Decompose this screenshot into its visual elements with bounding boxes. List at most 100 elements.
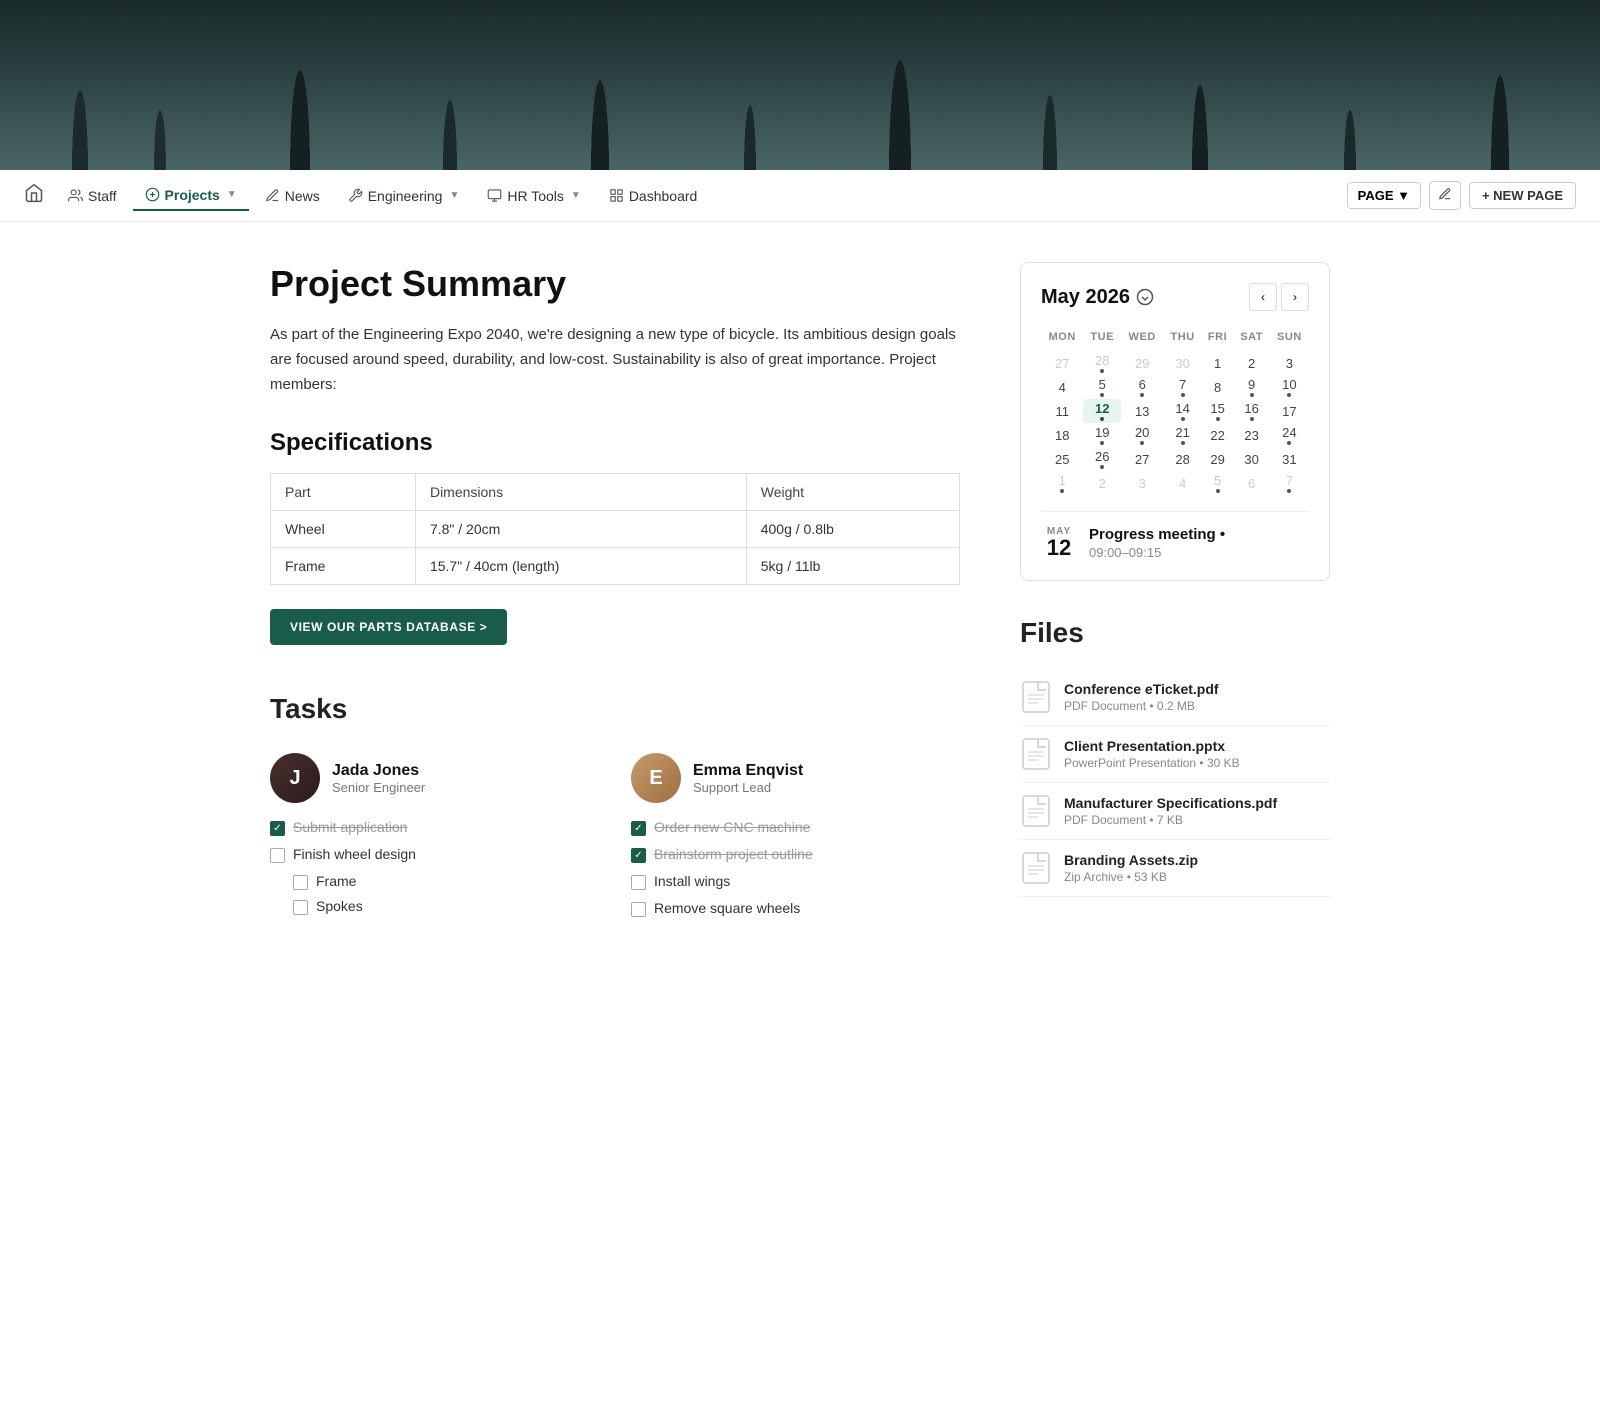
tasks-heading: Tasks [270, 693, 960, 725]
new-page-button[interactable]: + NEW PAGE [1469, 182, 1576, 209]
calendar-day[interactable]: 22 [1202, 423, 1234, 447]
unchecked-checkbox[interactable] [270, 848, 285, 863]
list-item[interactable]: ✓Order new CNC machine [631, 819, 960, 836]
nav-item-hr-tools[interactable]: HR Tools ▼ [475, 182, 592, 210]
checked-checkbox[interactable]: ✓ [270, 821, 285, 836]
list-item[interactable]: Branding Assets.zipZip Archive • 53 KB [1020, 840, 1330, 897]
file-name: Manufacturer Specifications.pdf [1064, 795, 1277, 811]
edit-button[interactable] [1429, 181, 1461, 210]
calendar-day[interactable]: 27 [1041, 351, 1083, 375]
avatar: J [270, 753, 320, 803]
list-item[interactable]: Frame [293, 873, 599, 890]
nav-home-icon[interactable] [24, 183, 44, 208]
list-item[interactable]: Finish wheel design [270, 846, 599, 863]
list-item[interactable]: Remove square wheels [631, 900, 960, 917]
calendar-prev-button[interactable]: ‹ [1249, 283, 1277, 311]
calendar-day[interactable]: 8 [1202, 375, 1234, 399]
calendar-day[interactable]: 7 [1270, 471, 1309, 495]
intro-text: As part of the Engineering Expo 2040, we… [270, 323, 960, 397]
calendar-day[interactable]: 11 [1041, 399, 1083, 423]
calendar-day[interactable]: 30 [1163, 351, 1201, 375]
calendar-day[interactable]: 31 [1270, 447, 1309, 471]
calendar-day[interactable]: 16 [1233, 399, 1269, 423]
avatar: E [631, 753, 681, 803]
calendar-day[interactable]: 28 [1163, 447, 1201, 471]
calendar-day[interactable]: 17 [1270, 399, 1309, 423]
task-label: Finish wheel design [293, 846, 416, 862]
calendar-day[interactable]: 2 [1233, 351, 1269, 375]
calendar-day[interactable]: 23 [1233, 423, 1269, 447]
file-icon [1020, 736, 1052, 772]
calendar-day[interactable]: 10 [1270, 375, 1309, 399]
file-meta: PowerPoint Presentation • 30 KB [1064, 756, 1240, 770]
calendar-grid: MONTUEWEDTHUFRISATSUN2728293012345678910… [1041, 327, 1309, 495]
nav-item-dashboard[interactable]: Dashboard [597, 182, 710, 210]
calendar-day[interactable]: 6 [1121, 375, 1163, 399]
parts-database-button[interactable]: VIEW OUR PARTS DATABASE > [270, 609, 507, 645]
calendar-day[interactable]: 19 [1083, 423, 1120, 447]
calendar-day[interactable]: 3 [1270, 351, 1309, 375]
calendar-day[interactable]: 25 [1041, 447, 1083, 471]
calendar-day[interactable]: 2 [1083, 471, 1120, 495]
task-label: Install wings [654, 873, 730, 889]
col-part: Part [271, 474, 416, 511]
calendar-day[interactable]: 27 [1121, 447, 1163, 471]
calendar-day[interactable]: 20 [1121, 423, 1163, 447]
page-button[interactable]: PAGE ▼ [1347, 182, 1421, 209]
hero-banner [0, 0, 1600, 170]
files-heading: Files [1020, 617, 1330, 649]
calendar-next-button[interactable]: › [1281, 283, 1309, 311]
unchecked-checkbox[interactable] [631, 902, 646, 917]
calendar-day[interactable]: 26 [1083, 447, 1120, 471]
calendar-day[interactable]: 5 [1083, 375, 1120, 399]
checked-checkbox[interactable]: ✓ [631, 821, 646, 836]
calendar-day[interactable]: 24 [1270, 423, 1309, 447]
calendar-month-button[interactable]: May 2026 [1041, 286, 1154, 309]
list-item[interactable]: ✓Submit application [270, 819, 599, 836]
event-title: Progress meeting • [1089, 526, 1225, 543]
person-name: Jada Jones [332, 762, 425, 780]
list-item[interactable]: Install wings [631, 873, 960, 890]
unchecked-checkbox[interactable] [293, 900, 308, 915]
nav-item-engineering[interactable]: Engineering ▼ [336, 182, 472, 210]
calendar-day[interactable]: 4 [1041, 375, 1083, 399]
calendar-day[interactable]: 4 [1163, 471, 1201, 495]
calendar-day[interactable]: 30 [1233, 447, 1269, 471]
nav-item-news[interactable]: News [253, 182, 332, 210]
calendar-day[interactable]: 5 [1202, 471, 1234, 495]
unchecked-checkbox[interactable] [293, 875, 308, 890]
calendar-day[interactable]: 1 [1041, 471, 1083, 495]
event-time: 09:00–09:15 [1089, 545, 1225, 560]
person-role: Senior Engineer [332, 780, 425, 795]
calendar-day[interactable]: 29 [1121, 351, 1163, 375]
calendar-day[interactable]: 1 [1202, 351, 1234, 375]
calendar-day[interactable]: 6 [1233, 471, 1269, 495]
calendar-day[interactable]: 12 [1083, 399, 1120, 423]
nav-item-staff[interactable]: Staff [56, 182, 129, 210]
unchecked-checkbox[interactable] [631, 875, 646, 890]
file-name: Client Presentation.pptx [1064, 738, 1240, 754]
calendar-day[interactable]: 15 [1202, 399, 1234, 423]
list-item[interactable]: Client Presentation.pptx PowerPoint Prese… [1020, 726, 1330, 783]
file-name: Branding Assets.zip [1064, 852, 1198, 868]
list-item[interactable]: Spokes [293, 898, 599, 915]
calendar-day[interactable]: 7 [1163, 375, 1201, 399]
list-item[interactable]: Manufacturer Specifications.pdfPDF Docum… [1020, 783, 1330, 840]
calendar-month-label: May 2026 [1041, 286, 1130, 309]
nav-item-projects[interactable]: Projects ▼ [133, 181, 249, 211]
task-label: Remove square wheels [654, 900, 800, 916]
checked-checkbox[interactable]: ✓ [631, 848, 646, 863]
file-icon [1020, 793, 1052, 829]
calendar-day[interactable]: 3 [1121, 471, 1163, 495]
calendar-day[interactable]: 13 [1121, 399, 1163, 423]
calendar-day[interactable]: 21 [1163, 423, 1201, 447]
calendar-day[interactable]: 9 [1233, 375, 1269, 399]
list-item[interactable]: Conference eTicket.pdfPDF Document • 0.2… [1020, 669, 1330, 726]
calendar-day[interactable]: 29 [1202, 447, 1234, 471]
calendar-day[interactable]: 14 [1163, 399, 1201, 423]
calendar-day[interactable]: 28 [1083, 351, 1120, 375]
col-weight: Weight [746, 474, 959, 511]
task-column: J Jada JonesSenior Engineer ✓Submit applic… [270, 753, 599, 927]
calendar-day[interactable]: 18 [1041, 423, 1083, 447]
list-item[interactable]: ✓Brainstorm project outline [631, 846, 960, 863]
